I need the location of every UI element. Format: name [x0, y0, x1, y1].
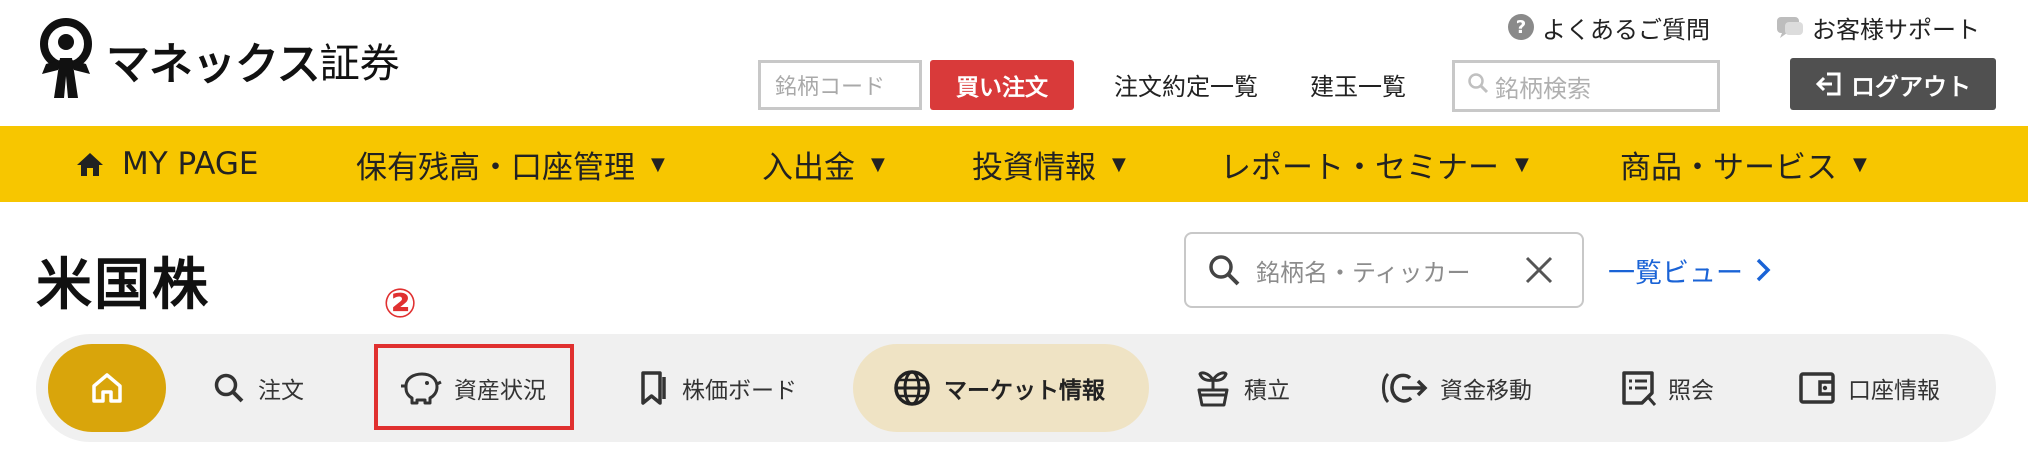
stock-search-placeholder: 銘柄検索 [1495, 74, 1591, 103]
nav-item-mypage[interactable]: MY PAGE [76, 126, 259, 202]
nav-item-reports-label: レポート・セミナー [1220, 149, 1499, 186]
caret-down-icon: ▼ [651, 153, 665, 175]
ticker-search-placeholder: 銘柄名・ティッカー [1256, 258, 1471, 287]
search-icon [1206, 252, 1242, 288]
faq-link[interactable]: ? よくあるご質問 [1508, 12, 1710, 44]
logo-sub-text: 証券 [319, 41, 400, 87]
buy-order-button[interactable]: 買い注文 [930, 60, 1074, 110]
tab-market-info-label: マーケット情報 [944, 378, 1105, 404]
nav-item-holdings-label: 保有残高・口座管理 [356, 149, 635, 186]
monex-mascot-icon [40, 18, 92, 98]
nav-item-mypage-label: MY PAGE [122, 146, 259, 182]
wallet-icon [1798, 370, 1836, 406]
bookmark-icon [638, 369, 670, 407]
positions-list-link[interactable]: 建玉一覧 [1310, 62, 1406, 106]
list-view-label: 一覧ビュー [1608, 257, 1743, 289]
annotation-highlight-box [374, 344, 574, 430]
tab-price-board-label: 株価ボード [682, 378, 797, 404]
order-list-link[interactable]: 注文約定一覧 [1114, 62, 1258, 106]
search-icon [212, 371, 246, 405]
tab-fund-transfer-label: 資金移動 [1440, 378, 1532, 404]
list-view-link[interactable]: 一覧ビュー [1608, 248, 1771, 292]
nav-item-investment-info[interactable]: 投資情報 ▼ [972, 126, 1126, 202]
faq-label: よくあるご質問 [1542, 15, 1710, 44]
site-header: マネックス 証券 ? よくあるご質問 お客様サポート 銘柄コード 買い注文 注文… [0, 0, 2028, 126]
sprout-pot-icon [1194, 368, 1232, 408]
checklist-icon [1620, 369, 1656, 407]
tab-account-info-label: 口座情報 [1848, 378, 1940, 404]
monex-logo[interactable]: マネックス 証券 [34, 18, 400, 102]
stock-search-input[interactable]: 銘柄検索 [1452, 60, 1720, 112]
caret-down-icon: ▼ [1515, 153, 1529, 175]
logout-icon [1815, 72, 1841, 96]
tab-accumulation[interactable]: 積立 [1194, 334, 1290, 442]
tab-home[interactable] [48, 344, 166, 432]
logout-label: ログアウト [1851, 72, 1971, 101]
nav-item-products-label: 商品・サービス [1620, 149, 1837, 186]
logo-text: マネックス [106, 39, 321, 90]
search-icon [1467, 72, 1489, 100]
caret-down-icon: ▼ [1853, 153, 1867, 175]
ticker-search-input[interactable]: 銘柄名・ティッカー [1184, 232, 1584, 308]
chat-icon [1776, 15, 1804, 39]
nav-item-deposit-label: 入出金 [762, 149, 855, 186]
home-icon [76, 151, 104, 177]
tab-price-board[interactable]: 株価ボード [638, 334, 797, 442]
caret-down-icon: ▼ [871, 153, 885, 175]
nav-item-reports[interactable]: レポート・セミナー ▼ [1220, 126, 1529, 202]
tab-fund-transfer[interactable]: 資金移動 [1380, 334, 1532, 442]
transfer-icon [1380, 370, 1428, 406]
support-link[interactable]: お客様サポート [1776, 12, 1980, 44]
page-title: 米国株 [36, 253, 210, 318]
annotation-number: ② [383, 281, 417, 327]
nav-item-holdings[interactable]: 保有残高・口座管理 ▼ [356, 126, 665, 202]
tab-order[interactable]: 注文 [212, 334, 304, 442]
nav-item-deposit[interactable]: 入出金 ▼ [762, 126, 885, 202]
globe-icon [892, 368, 932, 408]
tab-order-label: 注文 [258, 378, 304, 404]
main-navigation: MY PAGE 保有残高・口座管理 ▼ 入出金 ▼ 投資情報 ▼ レポート・セミ… [0, 126, 2028, 202]
support-label: お客様サポート [1812, 15, 1980, 44]
nav-item-products[interactable]: 商品・サービス ▼ [1620, 126, 1867, 202]
stock-code-input[interactable]: 銘柄コード [758, 60, 922, 110]
close-icon[interactable] [1524, 255, 1554, 285]
tab-account-info[interactable]: 口座情報 [1798, 334, 1940, 442]
caret-down-icon: ▼ [1112, 153, 1126, 175]
tab-inquiry[interactable]: 照会 [1620, 334, 1714, 442]
tab-accumulation-label: 積立 [1244, 378, 1290, 404]
tab-inquiry-label: 照会 [1668, 378, 1714, 404]
logout-button[interactable]: ログアウト [1790, 58, 1996, 110]
home-icon [92, 373, 122, 403]
tab-market-info[interactable]: マーケット情報 [892, 334, 1105, 442]
chevron-right-icon [1756, 258, 1771, 282]
nav-item-investment-info-label: 投資情報 [972, 149, 1096, 186]
question-icon: ? [1508, 14, 1534, 40]
